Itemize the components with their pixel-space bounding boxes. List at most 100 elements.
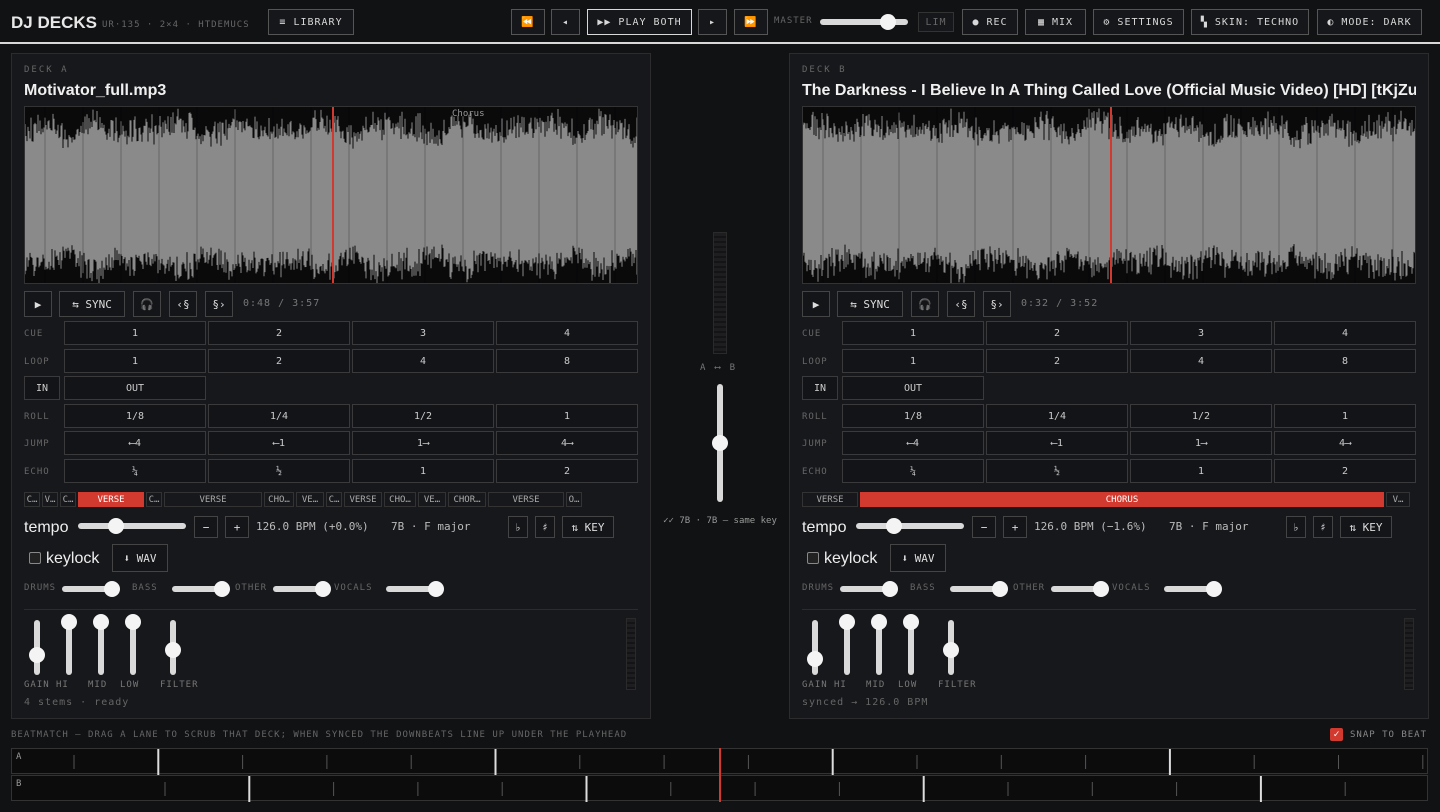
roll-pad-3[interactable]: 1/2 bbox=[352, 404, 494, 428]
play-button[interactable]: ▶ bbox=[24, 291, 52, 317]
filter-fader[interactable] bbox=[943, 620, 959, 675]
echo-pad-3[interactable]: 1 bbox=[1130, 459, 1272, 483]
bass-stem-slider[interactable] bbox=[950, 581, 1009, 597]
jump-pad-1[interactable]: ⟵4 bbox=[64, 431, 206, 455]
loop-forward-button[interactable]: §› bbox=[983, 291, 1011, 317]
roll-pad-4[interactable]: 1 bbox=[496, 404, 638, 428]
mode-button[interactable]: ◐ MODE: DARK bbox=[1317, 9, 1422, 35]
loop-forward-button[interactable]: §› bbox=[205, 291, 233, 317]
section-segment[interactable]: O… bbox=[566, 492, 582, 507]
tempo-slider[interactable] bbox=[78, 518, 186, 534]
key-sharp-button[interactable]: ♯ bbox=[535, 516, 555, 538]
low-fader[interactable] bbox=[125, 614, 141, 675]
play-both-button[interactable]: ▶▶ PLAY BOTH bbox=[587, 9, 692, 35]
other-stem-knob[interactable] bbox=[1093, 581, 1110, 597]
mid-fader-knob[interactable] bbox=[871, 614, 887, 630]
prev-button[interactable]: ◂ bbox=[551, 9, 580, 35]
drums-stem-slider[interactable] bbox=[840, 581, 899, 597]
low-fader-knob[interactable] bbox=[903, 614, 919, 630]
wav-download-button[interactable]: ⬇ WAV bbox=[890, 544, 946, 572]
drums-stem-knob[interactable] bbox=[104, 581, 121, 597]
section-segment[interactable]: C… bbox=[24, 492, 40, 507]
sync-button[interactable]: ⇆ SYNC bbox=[837, 291, 903, 317]
loop-pad-4[interactable]: 8 bbox=[496, 349, 638, 373]
cue-pad-4[interactable]: 4 bbox=[1274, 321, 1416, 345]
next-button[interactable]: ▸ bbox=[698, 9, 727, 35]
jump-pad-3[interactable]: 1⟶ bbox=[1130, 431, 1272, 455]
section-segment[interactable]: VERSE bbox=[802, 492, 858, 507]
key-sharp-button[interactable]: ♯ bbox=[1313, 516, 1333, 538]
tempo-plus-button[interactable]: + bbox=[1003, 516, 1027, 538]
loop-pad-2[interactable]: 2 bbox=[208, 349, 350, 373]
mix-button[interactable]: ▦ MIX bbox=[1025, 9, 1086, 35]
other-stem-slider[interactable] bbox=[1051, 581, 1110, 597]
cue-pad-2[interactable]: 2 bbox=[208, 321, 350, 345]
gain-fader[interactable] bbox=[29, 620, 45, 675]
vocals-stem-knob[interactable] bbox=[428, 581, 445, 597]
hi-fader[interactable] bbox=[61, 614, 77, 675]
loop-pad-1[interactable]: 1 bbox=[64, 349, 206, 373]
filter-fader-knob[interactable] bbox=[943, 641, 959, 658]
roll-pad-2[interactable]: 1/4 bbox=[208, 404, 350, 428]
key-flat-button[interactable]: ♭ bbox=[508, 516, 528, 538]
echo-pad-4[interactable]: 2 bbox=[1274, 459, 1416, 483]
section-segment[interactable]: V… bbox=[1386, 492, 1410, 507]
filter-fader-knob[interactable] bbox=[165, 641, 181, 658]
loop-back-button[interactable]: ‹§ bbox=[947, 291, 975, 317]
echo-pad-2[interactable]: ½ bbox=[986, 459, 1128, 483]
section-segment[interactable]: V… bbox=[42, 492, 58, 507]
section-segment[interactable]: CHORUS bbox=[860, 492, 1384, 507]
loop-out-button[interactable]: OUT bbox=[64, 376, 206, 400]
bass-stem-slider[interactable] bbox=[172, 581, 231, 597]
tempo-plus-button[interactable]: + bbox=[225, 516, 249, 538]
jump-pad-2[interactable]: ⟵1 bbox=[208, 431, 350, 455]
vocals-stem-slider[interactable] bbox=[386, 581, 445, 597]
section-segment[interactable]: VERSE bbox=[488, 492, 564, 507]
roll-pad-3[interactable]: 1/2 bbox=[1130, 404, 1272, 428]
vocals-stem-knob[interactable] bbox=[1206, 581, 1223, 597]
section-segment[interactable]: VE… bbox=[418, 492, 446, 507]
loop-back-button[interactable]: ‹§ bbox=[169, 291, 197, 317]
key-flat-button[interactable]: ♭ bbox=[1286, 516, 1306, 538]
loop-in-button[interactable]: IN bbox=[802, 376, 838, 400]
gain-fader-knob[interactable] bbox=[29, 647, 45, 663]
skin-button[interactable]: ▚ SKIN: TECHNO bbox=[1191, 9, 1309, 35]
loop-pad-3[interactable]: 4 bbox=[352, 349, 494, 373]
crossfader[interactable] bbox=[712, 384, 728, 502]
jump-pad-4[interactable]: 4⟶ bbox=[496, 431, 638, 455]
echo-pad-2[interactable]: ½ bbox=[208, 459, 350, 483]
section-segment[interactable]: CHOR… bbox=[448, 492, 486, 507]
bass-stem-knob[interactable] bbox=[992, 581, 1009, 597]
drums-stem-knob[interactable] bbox=[882, 581, 899, 597]
filter-fader[interactable] bbox=[165, 620, 181, 675]
key-button[interactable]: ⇅ KEY bbox=[1340, 516, 1392, 538]
waveform[interactable] bbox=[802, 106, 1416, 284]
mid-fader[interactable] bbox=[93, 614, 109, 675]
loop-pad-4[interactable]: 8 bbox=[1274, 349, 1416, 373]
cue-pad-1[interactable]: 1 bbox=[64, 321, 206, 345]
mid-fader[interactable] bbox=[871, 614, 887, 675]
headphones-icon[interactable]: 🎧 bbox=[133, 291, 161, 317]
gain-fader-knob[interactable] bbox=[807, 651, 823, 668]
forward-button[interactable]: ⏩ bbox=[734, 9, 768, 35]
roll-pad-2[interactable]: 1/4 bbox=[986, 404, 1128, 428]
other-stem-knob[interactable] bbox=[315, 581, 332, 597]
roll-pad-1[interactable]: 1/8 bbox=[842, 404, 984, 428]
drums-stem-slider[interactable] bbox=[62, 581, 121, 597]
tempo-knob[interactable] bbox=[885, 518, 902, 534]
keylock-checkbox[interactable] bbox=[807, 552, 819, 564]
play-button[interactable]: ▶ bbox=[802, 291, 830, 317]
cue-pad-4[interactable]: 4 bbox=[496, 321, 638, 345]
cue-pad-1[interactable]: 1 bbox=[842, 321, 984, 345]
jump-pad-2[interactable]: ⟵1 bbox=[986, 431, 1128, 455]
gain-fader[interactable] bbox=[807, 620, 823, 675]
master-slider[interactable] bbox=[820, 14, 908, 30]
jump-pad-4[interactable]: 4⟶ bbox=[1274, 431, 1416, 455]
key-button[interactable]: ⇅ KEY bbox=[562, 516, 614, 538]
loop-in-button[interactable]: IN bbox=[24, 376, 60, 400]
tempo-minus-button[interactable]: − bbox=[194, 516, 218, 538]
tempo-knob[interactable] bbox=[107, 518, 124, 534]
low-fader-knob[interactable] bbox=[125, 614, 141, 630]
roll-pad-1[interactable]: 1/8 bbox=[64, 404, 206, 428]
tempo-minus-button[interactable]: − bbox=[972, 516, 996, 538]
